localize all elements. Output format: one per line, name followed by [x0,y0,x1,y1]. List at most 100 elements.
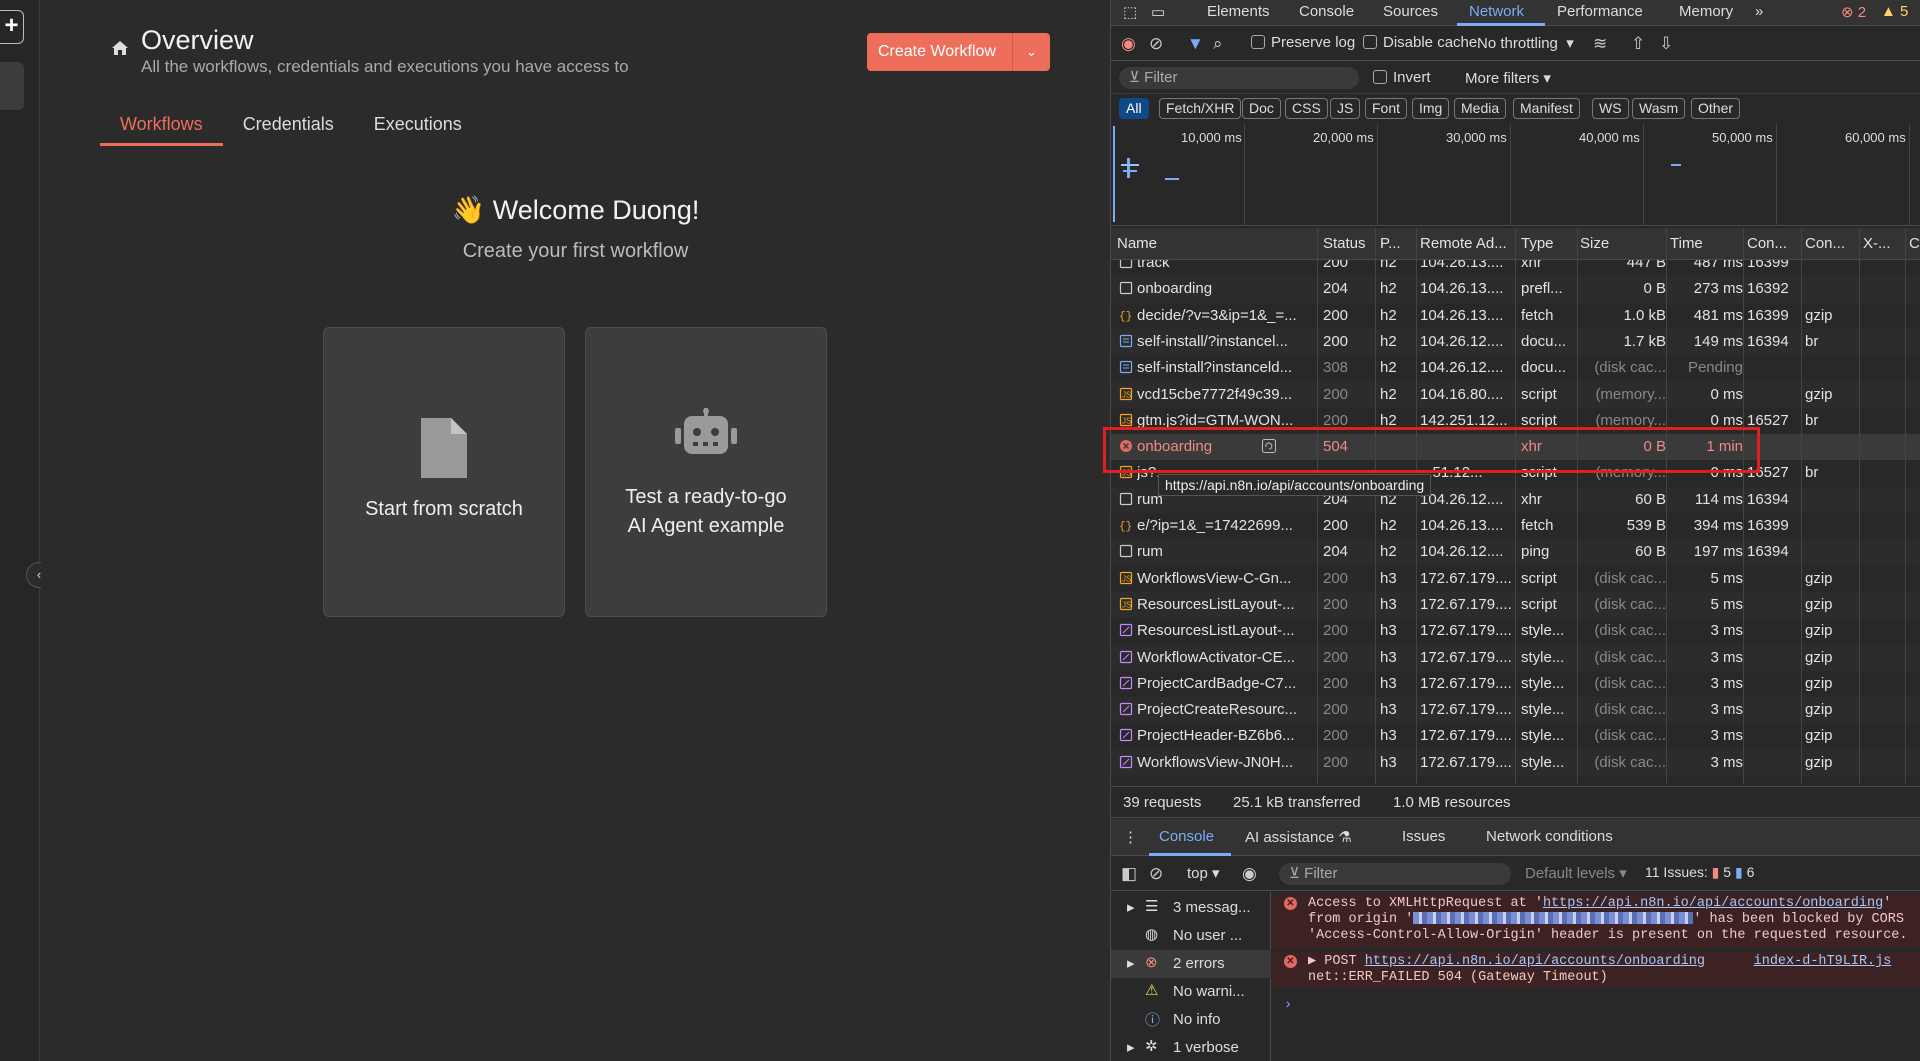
tab-workflows[interactable]: Workflows [100,108,223,146]
invert-checkbox[interactable] [1373,70,1387,84]
error-count-badge[interactable]: ⊗ 2 [1841,3,1866,21]
cell-time: 3 ms [1710,753,1743,771]
cell-proto: h2 [1380,280,1397,298]
console-prompt[interactable]: › [1284,998,1292,1013]
log-levels-select[interactable]: Default levels ▾ [1525,864,1627,882]
cell-con2: gzip [1805,753,1833,771]
more-tabs-icon[interactable]: » [1755,3,1763,20]
chevron-down-icon[interactable]: ⌄ [1013,44,1050,60]
inspect-icon[interactable]: ⬚ [1123,3,1137,21]
sidebar-messages[interactable]: ▸ ☰ 3 messag... [1111,894,1271,922]
chip-css[interactable]: CSS [1285,98,1328,119]
chip-js[interactable]: JS [1330,98,1361,119]
page-subtitle: All the workflows, credentials and execu… [141,57,629,76]
tab-sources[interactable]: Sources [1383,3,1438,20]
clear-console-icon[interactable]: ⊘ [1149,864,1163,884]
col-name[interactable]: Name [1117,235,1157,252]
tab-credentials[interactable]: Credentials [223,108,354,146]
chip-ws[interactable]: WS [1592,98,1629,119]
drawer-tab-console[interactable]: Console [1159,828,1214,845]
tab-console[interactable]: Console [1299,3,1354,20]
col-c[interactable]: C [1909,235,1920,252]
create-workflow-button[interactable]: Create Workflow ⌄ [867,33,1050,71]
sidebar-toggle-icon[interactable]: ◧ [1121,864,1137,884]
search-icon[interactable]: ⌕ [1213,34,1223,54]
more-filters-dropdown[interactable]: More filters ▾ [1465,69,1551,87]
chip-all[interactable]: All [1119,98,1149,119]
col-content-encoding[interactable]: Con... [1805,235,1845,252]
error-url-link[interactable]: https://api.n8n.io/api/accounts/onboardi… [1543,896,1883,911]
cell-proto: h3 [1380,622,1397,640]
sidebar-verbose[interactable]: ▸ ✲ 1 verbose [1111,1034,1271,1061]
svg-text:JS: JS [1122,390,1131,399]
network-overview-timeline[interactable]: 10,000 ms 20,000 ms 30,000 ms 40,000 ms … [1111,124,1920,226]
col-status[interactable]: Status [1323,235,1366,252]
cell-type: script [1521,595,1557,613]
sidebar-item[interactable] [0,62,24,110]
script-icon: JS [1119,413,1133,427]
svg-text:JS: JS [1122,416,1131,425]
tab-executions[interactable]: Executions [354,108,482,146]
tab-elements[interactable]: Elements [1207,3,1270,20]
cell-size: (disk cac... [1594,622,1666,640]
col-size[interactable]: Size [1580,235,1609,252]
cell-con1: 16394 [1747,332,1789,350]
cell-proto: h3 [1380,569,1397,587]
sidebar-errors[interactable]: ▸ ⊗ 2 errors [1111,950,1271,978]
file-icon [324,418,564,484]
start-from-scratch-card[interactable]: Start from scratch [323,327,565,617]
col-remote-address[interactable]: Remote Ad... [1420,235,1507,252]
col-x[interactable]: X-... [1863,235,1891,252]
upload-icon[interactable]: ⇧ [1631,34,1645,54]
drawer-menu-icon[interactable]: ⋮ [1123,828,1138,846]
col-type[interactable]: Type [1521,235,1554,252]
source-file-link[interactable]: index-d-hT9LIR.js [1754,954,1892,969]
col-time[interactable]: Time [1670,235,1703,252]
chip-doc[interactable]: Doc [1242,98,1281,119]
console-error-post[interactable]: ✕ ▶ POST https://api.n8n.io/api/accounts/… [1272,952,1920,988]
filter-input[interactable]: ⊻ Filter [1119,67,1359,89]
throttling-select[interactable]: No throttling ▾ [1477,34,1574,52]
chip-fetch-xhr[interactable]: Fetch/XHR [1159,98,1242,119]
sidebar-user-messages[interactable]: ◍ No user ... [1111,922,1271,950]
console-filter-input[interactable]: ⊻ Filter [1279,863,1511,885]
warning-count-badge[interactable]: ▲ 5 [1881,3,1908,20]
filter-icon[interactable]: ▼ [1187,34,1204,54]
chip-media[interactable]: Media [1454,98,1507,119]
download-icon[interactable]: ⇩ [1659,34,1673,54]
chip-img[interactable]: Img [1412,98,1450,119]
cell-con1: 16394 [1747,543,1789,561]
chip-font[interactable]: Font [1365,98,1408,119]
cell-status: 200 [1323,517,1349,534]
col-protocol[interactable]: P... [1380,235,1401,252]
cell-con2: gzip [1805,622,1833,640]
drawer-tab-network-conditions[interactable]: Network conditions [1486,828,1613,845]
post-url-link[interactable]: https://api.n8n.io/api/accounts/onboardi… [1365,954,1705,969]
disable-cache-checkbox[interactable] [1363,35,1377,49]
device-toolbar-icon[interactable]: ▭ [1151,3,1165,21]
issues-count[interactable]: 11 Issues: ▮ 5 ▮ 6 [1645,864,1754,881]
card-label: Start from scratch [365,498,523,520]
chip-wasm[interactable]: Wasm [1632,98,1686,119]
sidebar-warnings[interactable]: ⚠ No warni... [1111,978,1271,1006]
script-icon: JS [1119,387,1133,401]
col-connection-id[interactable]: Con... [1747,235,1787,252]
ai-agent-example-card[interactable]: Test a ready-to-go AI Agent example [585,327,827,617]
drawer-tab-issues[interactable]: Issues [1402,828,1445,845]
cell-con2: br [1805,464,1819,482]
context-select[interactable]: top ▾ [1187,864,1220,882]
preserve-log-checkbox[interactable] [1251,35,1265,49]
chip-manifest[interactable]: Manifest [1513,98,1580,119]
console-error-cors[interactable]: ✕ Access to XMLHttpRequest at 'https://ap… [1272,894,1920,948]
add-button[interactable]: + [0,10,24,44]
tab-performance[interactable]: Performance [1557,3,1643,20]
network-conditions-icon[interactable]: ≋ [1593,34,1607,54]
sidebar-info[interactable]: ⓘ No info [1111,1006,1271,1034]
eye-icon[interactable]: ◉ [1242,864,1257,884]
tab-network[interactable]: Network [1469,3,1524,20]
tab-memory[interactable]: Memory [1679,3,1733,20]
chip-other[interactable]: Other [1691,98,1741,119]
drawer-tab-ai-assistance[interactable]: AI assistance ⚗ [1245,828,1352,846]
record-icon[interactable]: ◉ [1121,34,1136,54]
clear-icon[interactable]: ⊘ [1149,34,1163,54]
